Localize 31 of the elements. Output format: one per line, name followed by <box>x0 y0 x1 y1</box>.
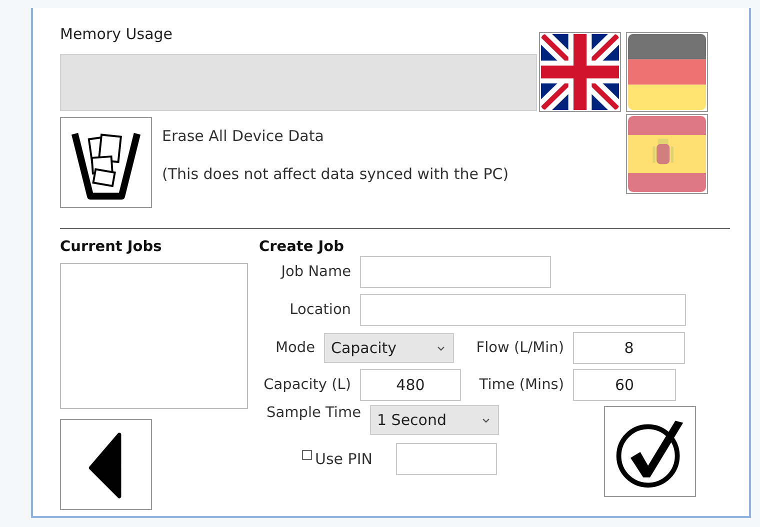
time-field[interactable]: 60 <box>573 369 676 401</box>
field-label: Time (Mins) <box>478 377 565 393</box>
capacity-field[interactable]: 480 <box>360 369 461 401</box>
confirm-button[interactable] <box>604 406 696 497</box>
erase-button[interactable] <box>60 117 152 208</box>
back-button[interactable] <box>60 419 152 510</box>
flow-field[interactable]: 8 <box>573 332 685 364</box>
field-label: Capacity (L) <box>262 377 352 393</box>
field-label: Job Name <box>280 264 352 280</box>
union-flag-icon <box>541 34 619 110</box>
field-label: Location <box>288 302 352 318</box>
current-jobs-heading: Current Jobs <box>60 239 163 257</box>
location-field[interactable] <box>360 294 686 326</box>
sample-time-dropdown[interactable]: 1 Second <box>370 405 499 435</box>
field-label: Mode <box>274 340 316 356</box>
job-name-field[interactable] <box>360 256 551 288</box>
spanish-flag-icon <box>628 116 706 192</box>
mode-dropdown[interactable]: Capacity <box>324 333 454 363</box>
language-button[interactable] <box>539 32 621 112</box>
erase-title: Erase All Device Data <box>162 127 325 145</box>
german-flag-icon <box>628 34 706 110</box>
pin-field[interactable] <box>396 443 497 475</box>
field-label: Flow (L/Min) <box>475 340 565 356</box>
use-pin-label: Use PIN <box>315 450 372 468</box>
create-job-heading: Create Job <box>259 239 345 257</box>
memory-usage-label: Memory Usage <box>60 24 174 45</box>
caret-icon <box>437 346 445 350</box>
caret-icon <box>482 418 490 422</box>
field-label: Sample Time <box>266 405 362 421</box>
erase-note: (This does not affect data synced with the PC) <box>162 165 509 183</box>
use-pin-checkbox[interactable] <box>302 450 312 460</box>
